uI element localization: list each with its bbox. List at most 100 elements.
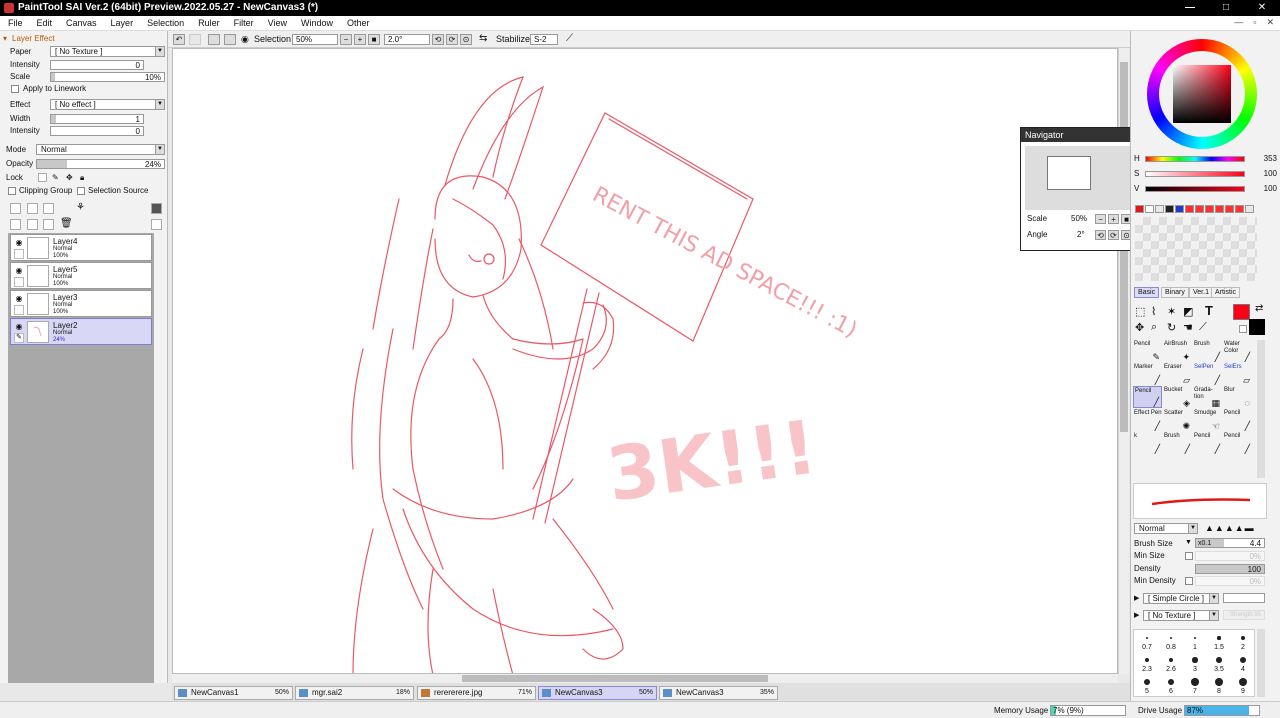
navigator-preview[interactable] [1025, 146, 1131, 210]
brush-tool-slot[interactable]: Scatter ✺ [1163, 409, 1192, 431]
visibility-eye-icon[interactable]: ◉ [14, 294, 24, 303]
menu-ruler[interactable]: Ruler [198, 18, 220, 28]
doc-tab-newcanvas3-b[interactable]: NewCanvas3 35% [659, 686, 778, 700]
layer-item-layer2[interactable]: ◉ ✎ Layer2 Normal 24% [10, 318, 152, 345]
rect-select-icon[interactable]: ⬚ [1135, 305, 1145, 318]
apply-linework-checkbox[interactable] [11, 85, 19, 93]
brush-size-preset[interactable]: 3.5 [1208, 654, 1230, 675]
menu-file[interactable]: File [8, 18, 23, 28]
maximize-button[interactable]: □ [1208, 0, 1244, 16]
intensity2-slider[interactable]: 0 [50, 126, 144, 136]
undo-button[interactable]: ↶ [173, 34, 185, 45]
zoom-out-button[interactable]: − [340, 34, 352, 45]
brush-texture-strength[interactable]: Strength 95 [1223, 610, 1265, 620]
color-swatch[interactable] [1145, 205, 1154, 213]
minimize-button[interactable]: — [1172, 0, 1208, 16]
new-layer-icon[interactable] [10, 203, 21, 214]
lock-transparency-icon[interactable] [38, 173, 47, 182]
min-size-checkbox[interactable] [1185, 552, 1193, 560]
brush-shape-select[interactable]: [ Simple Circle ] ▼ [1143, 593, 1219, 604]
lock-paint-icon[interactable]: ✎ [52, 172, 59, 184]
zoom-in-button[interactable]: + [354, 34, 366, 45]
brush-size-preset[interactable]: 0.8 [1160, 632, 1182, 653]
doc-tab-newcanvas1[interactable]: NewCanvas1 50% [174, 686, 293, 700]
color-swatch[interactable] [1165, 205, 1174, 213]
color-swatch[interactable] [1215, 205, 1224, 213]
clear-layer-icon[interactable] [43, 219, 54, 230]
new-linework-layer-icon[interactable] [27, 203, 38, 214]
brush-size-preset[interactable]: 1 [1184, 632, 1206, 653]
brush-tool-slot[interactable]: AirBrush ✦ [1163, 340, 1192, 362]
move-tool-icon[interactable]: ✥ [1135, 321, 1144, 334]
brush-tool-slot[interactable]: Water Color ╱ [1223, 340, 1252, 362]
density-slider[interactable]: 100 [1195, 564, 1265, 574]
layer-item-layer5[interactable]: ◉ Layer5 Normal 100% [10, 262, 152, 289]
brush-tool-slot[interactable]: Brush ╱ [1163, 432, 1192, 454]
secondary-color-swatch[interactable] [1249, 319, 1265, 335]
brush-size-preset[interactable]: 2.6 [1160, 654, 1182, 675]
brush-size-preset[interactable]: 6 [1160, 676, 1182, 697]
zoom-tool-icon[interactable]: ⌕ [1151, 321, 1157, 334]
visibility-eye-icon[interactable]: ◉ [14, 322, 24, 331]
brush-tool-slot[interactable]: Pencil ╱ [1133, 386, 1162, 408]
color-swatch[interactable] [1135, 205, 1144, 213]
lasso-icon[interactable]: ⌇ [1151, 305, 1156, 318]
brush-tool-slot[interactable]: Pencil ╱ [1223, 432, 1252, 454]
paper-select[interactable]: [ No Texture ] ▼ [50, 46, 165, 57]
menu-other[interactable]: Other [347, 18, 370, 28]
clipping-group-checkbox[interactable] [8, 187, 16, 195]
delete-layer-icon[interactable]: 🗑︎ [60, 218, 73, 229]
value-slider[interactable] [1145, 186, 1245, 192]
rotate-left-button[interactable]: ⟲ [432, 34, 444, 45]
brush-tool-slot[interactable]: Pencil ✎ [1133, 340, 1162, 362]
brush-size-preset[interactable]: 4 [1232, 654, 1254, 675]
color-swatch[interactable] [1195, 205, 1204, 213]
flip-icon[interactable]: ⇆ [479, 33, 487, 44]
intensity-slider[interactable]: 0 [50, 60, 144, 70]
rotate-reset-button[interactable]: ⊙ [460, 34, 472, 45]
layer-panel-menu-icon[interactable] [151, 203, 162, 214]
layer-item-layer4[interactable]: ◉ Layer4 Normal 100% [10, 234, 152, 261]
rotation-select[interactable]: 2.0° [384, 34, 430, 45]
transparent-color-swatch[interactable] [1239, 325, 1247, 333]
nav-rotate-left-button[interactable]: ⟲ [1095, 230, 1106, 240]
expand-arrow-icon[interactable]: ▶ [1134, 611, 1139, 619]
text-tool-icon[interactable]: T [1205, 303, 1213, 318]
hand-tool-icon[interactable]: ☚ [1183, 321, 1193, 334]
brush-texture-select[interactable]: [ No Texture ] ▼ [1143, 610, 1219, 621]
layer-sub-icon[interactable] [14, 249, 24, 259]
primary-color-swatch[interactable] [1233, 304, 1250, 320]
brush-tool-slot[interactable]: Effect Pen ╱ [1133, 409, 1162, 431]
layer-sub-icon[interactable] [14, 305, 24, 315]
brush-size-preset[interactable]: 3 [1184, 654, 1206, 675]
color-swatch[interactable] [1155, 205, 1164, 213]
brush-size-preset[interactable]: 1.5 [1208, 632, 1230, 653]
menu-view[interactable]: View [268, 18, 287, 28]
visibility-eye-icon[interactable]: ◉ [14, 266, 24, 275]
nav-zoom-out-button[interactable]: − [1095, 214, 1106, 224]
tab-basic[interactable]: Basic [1134, 287, 1160, 298]
hue-slider[interactable] [1145, 156, 1245, 162]
tool-grid-scrollbar[interactable] [1257, 340, 1265, 478]
blend-mode-select[interactable]: Normal ▼ [36, 144, 165, 155]
width-slider[interactable]: 1 [50, 114, 144, 124]
close-button[interactable]: ✕ [1244, 0, 1280, 16]
deselect-button[interactable] [208, 34, 220, 45]
brush-size-preset[interactable]: 2.3 [1136, 654, 1158, 675]
menu-selection[interactable]: Selection [147, 18, 184, 28]
visibility-eye-icon[interactable]: ◉ [14, 238, 24, 247]
straight-line-icon[interactable]: ⟋ [566, 33, 573, 44]
brush-size-preset[interactable]: 0.7 [1136, 632, 1158, 653]
color-swatch[interactable] [1225, 205, 1234, 213]
menu-edit[interactable]: Edit [37, 18, 53, 28]
color-swatch[interactable] [1175, 205, 1184, 213]
zoom-reset-button[interactable]: ■ [368, 34, 380, 45]
brush-tool-slot[interactable]: Marker ╱ [1133, 363, 1162, 385]
swap-colors-icon[interactable]: ⇄ [1255, 303, 1263, 314]
tab-binary[interactable]: Binary [1161, 287, 1189, 298]
brush-tool-slot[interactable]: Eraser ▱ [1163, 363, 1192, 385]
menu-window[interactable]: Window [301, 18, 333, 28]
brush-tool-slot[interactable]: Blur ◌ [1223, 386, 1252, 408]
rotate-tool-icon[interactable]: ↻ [1167, 321, 1176, 334]
brush-tool-slot[interactable]: Grada-tion ▦ [1193, 386, 1222, 408]
